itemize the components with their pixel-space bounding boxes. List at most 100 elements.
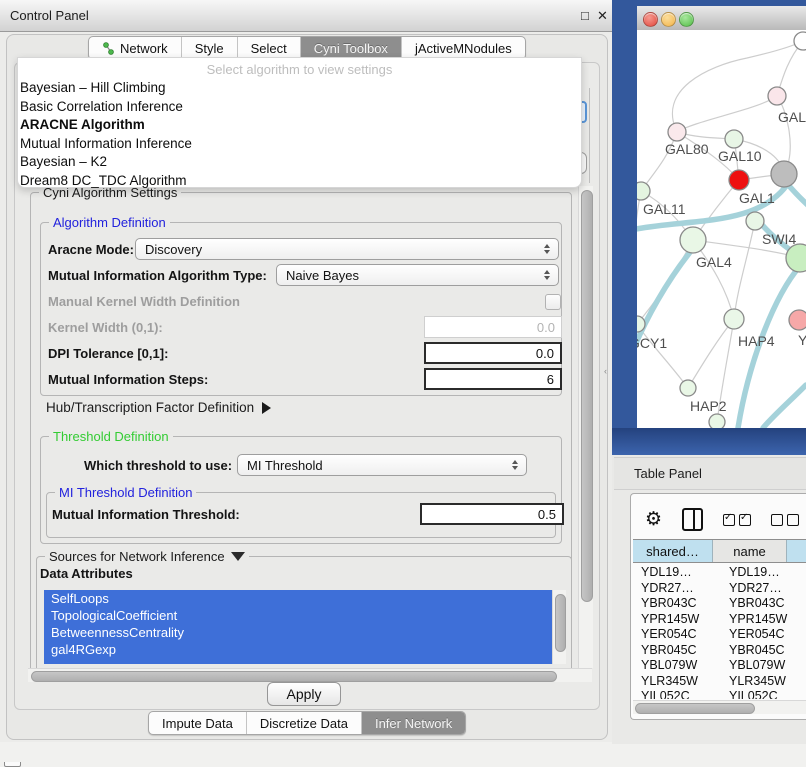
tab-infer-network[interactable]: Infer Network	[362, 712, 465, 734]
combo-stepper-icon	[539, 270, 554, 280]
table-horizontal-scrollbar[interactable]	[633, 700, 806, 714]
algorithm-option[interactable]: Mutual Information Inference	[18, 135, 581, 154]
mi-threshold-group-title: MI Threshold Definition	[55, 485, 196, 500]
table-row[interactable]: YPR145WYPR145W9.	[633, 612, 806, 628]
network-node[interactable]	[668, 123, 686, 141]
algorithm-option[interactable]: ARACNE Algorithm	[18, 116, 581, 135]
network-canvas[interactable]: GALGAL80GAL10GAL1GAL11SWI4GAL4GCY1HAP4YH…	[637, 30, 806, 428]
algorithm-option[interactable]: Dream8 DC_TDC Algorithm	[18, 172, 581, 191]
algorithm-option[interactable]: Bayesian – K2	[18, 153, 581, 172]
mi-threshold-label: Mutual Information Threshold:	[52, 507, 240, 522]
table-cell: YBR043C	[721, 596, 803, 612]
network-node[interactable]	[771, 161, 797, 187]
network-node[interactable]	[680, 227, 706, 253]
mi-type-combo[interactable]: Naive Bayes	[276, 264, 559, 286]
close-traffic-light[interactable]	[643, 12, 658, 27]
network-icon	[102, 42, 115, 55]
tab-jactivemnodules[interactable]: jActiveMNodules	[402, 37, 525, 59]
data-attribute-item[interactable]: SelfLoops	[44, 590, 552, 607]
network-node[interactable]	[724, 309, 744, 329]
tab-impute-data[interactable]: Impute Data	[149, 712, 247, 734]
aracne-mode-value: Discovery	[145, 242, 202, 257]
column-header-shared…[interactable]: shared…	[633, 540, 713, 562]
split-columns-icon[interactable]	[682, 508, 703, 531]
algorithm-option[interactable]: Basic Correlation Inference	[18, 98, 581, 117]
panel-splitter-handle[interactable]: ‹	[604, 366, 607, 376]
node-label-hap2: HAP2	[690, 398, 727, 414]
settings-horizontal-scrollbar[interactable]	[28, 668, 592, 682]
sources-group-title: Sources for Network Inference	[49, 549, 225, 564]
table-cell: YER054C	[721, 627, 803, 643]
aracne-mode-combo[interactable]: Discovery	[135, 238, 559, 260]
network-edge	[763, 385, 806, 428]
algorithm-dropdown: Select algorithm to view settings Bayesi…	[17, 57, 582, 188]
table-cell: YBL079W	[633, 658, 721, 674]
mi-steps-field[interactable]: 6	[424, 368, 562, 390]
tab-cyni-toolbox[interactable]: Cyni Toolbox	[301, 37, 402, 59]
float-window-icon[interactable]: □	[581, 8, 589, 23]
checked-columns-icon[interactable]	[723, 514, 751, 526]
dpi-tolerance-label: DPI Tolerance [0,1]:	[48, 346, 168, 361]
manual-kernel-checkbox[interactable]	[545, 294, 561, 310]
tab-select[interactable]: Select	[238, 37, 301, 59]
kernel-width-field[interactable]: 0.0	[424, 316, 562, 338]
data-attribute-item[interactable]: BetweennessCentrality	[44, 624, 552, 641]
mi-type-value: Naive Bayes	[286, 268, 359, 283]
table-panel: ⚙ shared…name YDL19…YDL19…13YDR27…YDR27……	[630, 493, 806, 720]
network-node[interactable]	[746, 212, 764, 230]
network-node[interactable]	[725, 130, 743, 148]
column-header-name[interactable]: name	[713, 540, 787, 562]
network-node[interactable]	[789, 310, 806, 330]
network-node[interactable]	[709, 414, 725, 428]
algorithm-definition-title: Algorithm Definition	[49, 215, 170, 230]
network-node[interactable]	[680, 380, 696, 396]
dpi-tolerance-field[interactable]: 0.0	[424, 342, 562, 364]
node-label-gal11: GAL11	[643, 201, 686, 217]
mi-threshold-field[interactable]: 0.5	[420, 503, 564, 525]
table-row[interactable]: YDL19…YDL19…13	[633, 565, 806, 581]
algorithm-option[interactable]: Bayesian – Hill Climbing	[18, 79, 581, 98]
table-cell: YBR045C	[721, 643, 803, 659]
table-row[interactable]: YDR27…YDR27…12	[633, 581, 806, 597]
node-label-gcy1: GCY1	[637, 335, 667, 351]
apply-button[interactable]: Apply	[267, 682, 341, 706]
gear-icon[interactable]: ⚙	[645, 510, 662, 529]
sources-group-title-row[interactable]: Sources for Network Inference	[45, 549, 249, 564]
table-row[interactable]: YER054CYER054C8.	[633, 627, 806, 643]
node-label-hap4: HAP4	[738, 333, 775, 349]
tab-style[interactable]: Style	[182, 37, 238, 59]
table-row[interactable]: YLR345WYLR345W9.	[633, 674, 806, 690]
data-attribute-item[interactable]: gal4RGexp	[44, 641, 552, 658]
kernel-width-label: Kernel Width (0,1):	[48, 320, 163, 335]
network-node[interactable]	[794, 32, 806, 50]
network-edge	[637, 240, 693, 324]
hub-definition-toggle[interactable]: Hub/Transcription Factor Definition	[46, 400, 271, 415]
manual-kernel-label: Manual Kernel Width Definition	[48, 294, 240, 309]
which-threshold-value: MI Threshold	[247, 458, 323, 473]
tab-network[interactable]: Network	[89, 37, 182, 59]
table-row[interactable]: YBR045CYBR045C9.	[633, 643, 806, 659]
node-label-swi4: SWI4	[762, 231, 796, 247]
table-row[interactable]: YBL079WYBL079W	[633, 658, 806, 674]
minimize-traffic-light[interactable]	[661, 12, 676, 27]
data-attribute-item[interactable]: TopologicalCoefficient	[44, 607, 552, 624]
hidden-group-border	[589, 88, 590, 183]
settings-vertical-scrollbar[interactable]	[578, 186, 593, 668]
network-node[interactable]	[729, 170, 749, 190]
mi-type-label: Mutual Information Algorithm Type:	[48, 268, 267, 283]
threshold-definition-title: Threshold Definition	[49, 429, 173, 444]
column-header-hidden[interactable]	[787, 540, 806, 562]
node-label-gal4: GAL4	[696, 254, 732, 270]
tab-discretize-data[interactable]: Discretize Data	[247, 712, 362, 734]
close-window-icon[interactable]: ✕	[597, 8, 608, 24]
table-cell: YIL052C	[721, 689, 803, 699]
which-threshold-combo[interactable]: MI Threshold	[237, 454, 527, 476]
network-edge	[688, 319, 734, 388]
attributes-list-scrollbar[interactable]	[552, 590, 566, 664]
table-row[interactable]: YIL052CYIL052C9.	[633, 689, 806, 699]
unchecked-columns-icon[interactable]	[771, 514, 799, 526]
network-node[interactable]	[637, 182, 650, 200]
zoom-traffic-light[interactable]	[679, 12, 694, 27]
table-row[interactable]: YBR043CYBR043C	[633, 596, 806, 612]
network-node[interactable]	[768, 87, 786, 105]
